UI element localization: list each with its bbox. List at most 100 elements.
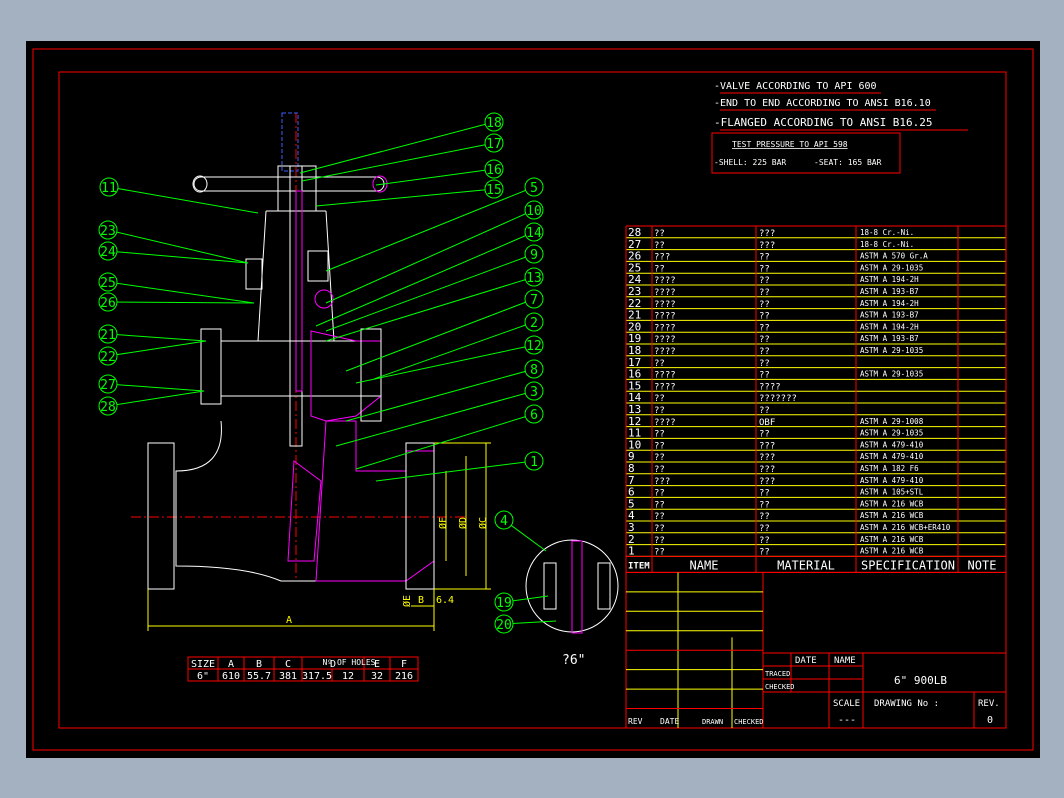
handwheel-left-end (192, 175, 208, 193)
bom-row: 7?????? ASTM A 479-410 (626, 474, 1006, 487)
wedge (287, 460, 322, 562)
bom-row: 5???? ASTM A 216 WCB (626, 497, 1006, 510)
balloon-label: 13 (526, 271, 542, 286)
bom-material: ??? (759, 453, 775, 463)
tb-drawn: DRAWN (702, 718, 723, 726)
bom-material: ?? (759, 323, 770, 333)
bom-row: 25???? ASTM A 29-1035 (626, 261, 1006, 274)
bom-spec: ASTM A 216 WCB+ER410 (860, 523, 951, 532)
bom-spec: ASTM A 216 WCB (860, 499, 924, 508)
balloon-label: 27 (100, 378, 116, 393)
handwheel (193, 176, 385, 192)
bom-spec: ASTM A 182 F6 (860, 464, 919, 473)
balloon-label: 18 (486, 116, 502, 131)
bom-material: ?? (759, 524, 770, 534)
size-cell: 12 (342, 671, 354, 682)
balloon-label: 4 (500, 514, 508, 529)
dim-a-label: A (286, 615, 292, 626)
bom-name: ???? (654, 288, 676, 298)
body-left (175, 420, 316, 582)
bom-material: ?? (759, 312, 770, 322)
size-cell: 32 (371, 671, 383, 682)
dim-d-label: ØD (457, 517, 469, 529)
bom-row: 15???????? (626, 379, 1006, 392)
bom-material: ?? (759, 276, 770, 286)
bom-material: ??? (759, 241, 775, 251)
leader-line (325, 209, 535, 304)
balloon-label: 15 (486, 183, 502, 198)
bom-row: 27????? 18-8 Cr.-Ni. (626, 238, 1006, 251)
balloon-label: 3 (530, 385, 538, 400)
bom-spec: ASTM A 193-B7 (860, 287, 919, 296)
bom-name: ???? (654, 347, 676, 357)
bom-spec: ASTM A 479-410 (860, 452, 924, 461)
size-header: SIZE (191, 659, 215, 670)
general-notes: -VALVE ACCORDING TO API 600 -END TO END … (711, 81, 968, 174)
stem-section (295, 190, 303, 392)
balloon-label: 7 (530, 293, 538, 308)
bom-material: ?? (759, 430, 770, 440)
bom-spec: ASTM A 193-B7 (860, 311, 919, 320)
tb-title: 6" 900LB (894, 674, 947, 687)
bom-material: ?? (759, 512, 770, 522)
bom-spec: 18-8 Cr.-Ni. (860, 240, 914, 249)
bom-spec: ASTM A 479-410 (860, 440, 924, 449)
bom-material: OBF (759, 418, 775, 428)
bom-row: 28????? 18-8 Cr.-Ni. (626, 226, 1006, 239)
size-cell: 381 (279, 671, 297, 682)
test-pressure-box (711, 132, 901, 174)
size-header: A (228, 659, 234, 670)
bonnet-bolt-left (200, 328, 222, 405)
bom-row: 8????? ASTM A 182 F6 (626, 462, 1006, 475)
dim-f-label: ØF (437, 517, 449, 529)
balloon-19: 19 (494, 592, 549, 612)
bom-row: 18?????? ASTM A 29-1035 (626, 344, 1006, 357)
bom-name: ?? (654, 441, 665, 451)
bom-name: ?? (654, 524, 665, 534)
leader-line (107, 281, 255, 304)
tb-rev-label: REV. (978, 699, 1000, 709)
balloon-label: 26 (100, 296, 116, 311)
size-cell: 610 (222, 671, 240, 682)
bom-spec: ASTM A 216 WCB (860, 547, 924, 556)
bonnet-hatch (310, 330, 382, 422)
tb-scale-value: --- (838, 715, 856, 726)
bom-row: 23?????? ASTM A 193-B7 (626, 285, 1006, 298)
tb-drawing-no: DRAWING No : (874, 699, 939, 709)
bom-name: ??? (654, 477, 670, 487)
bom-name: ?? (654, 406, 665, 416)
balloon-label: 12 (526, 339, 542, 354)
bom-name: ?? (654, 465, 665, 475)
bom-material: ?? (759, 406, 770, 416)
bom-spec: ASTM A 29-1008 (860, 417, 924, 426)
balloon-11: 11 (99, 177, 259, 214)
leader-line (335, 390, 535, 447)
bom-row: 22?????? ASTM A 194-2H (626, 297, 1006, 310)
balloon-label: 16 (486, 163, 502, 178)
flange-right (405, 442, 435, 590)
leader-line (107, 250, 249, 264)
bom-spec: ASTM A 29-1035 (860, 263, 923, 272)
bom-material: ?? (759, 288, 770, 298)
bom-name: ?? (654, 536, 665, 546)
cad-canvas[interactable]: -VALVE ACCORDING TO API 600 -END TO END … (26, 41, 1040, 758)
leader-line (315, 188, 495, 207)
balloon-26: 26 (98, 292, 255, 312)
balloon-label: 19 (496, 596, 512, 611)
balloon-label: 1 (530, 455, 538, 470)
size-header: C (285, 659, 291, 670)
tb-date: DATE (795, 656, 817, 666)
title-block: DATE NAME TRACED CHECKED 6" 900LB SCALE --- DRA… (625, 571, 1007, 729)
tb-rev: REV (628, 717, 643, 726)
bom-row: 3???? ASTM A 216 WCB+ER410 (626, 521, 1006, 534)
dim-b-value: 6.4 (436, 595, 454, 606)
bom-row: 4???? ASTM A 216 WCB (626, 509, 1006, 522)
balloon-label: 28 (100, 400, 116, 415)
gland-nut (314, 289, 334, 309)
bom-name: ??? (654, 253, 670, 263)
leader-line (325, 186, 535, 272)
note-valve: -VALVE ACCORDING TO API 600 (714, 81, 877, 92)
bom-header-material: MATERIAL (777, 558, 835, 572)
size-header-overlay: Nº OF HOLES (323, 658, 376, 667)
bom-material: ???? (759, 382, 781, 392)
